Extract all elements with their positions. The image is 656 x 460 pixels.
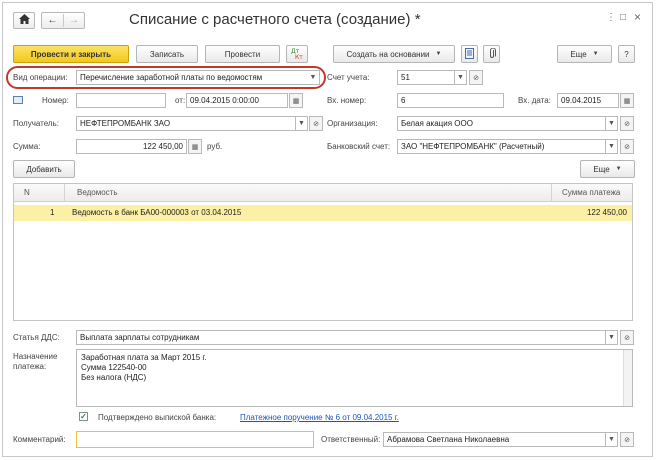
- purpose-label-line-2: платежа:: [13, 362, 47, 371]
- comment-field[interactable]: [76, 431, 314, 448]
- account-caret-icon[interactable]: ▼: [454, 70, 467, 85]
- purpose-label-line-1: Назначение: [13, 352, 58, 361]
- dropdown-caret-icon: ▼: [435, 51, 442, 57]
- table-header: N Ведомость Сумма платежа: [14, 184, 632, 202]
- column-header-statement[interactable]: Ведомость: [64, 184, 551, 202]
- purpose-line: Без налога (НДС): [81, 373, 147, 382]
- payment-order-link[interactable]: Платежное поручение № 6 от 09.04.2015 г.: [240, 413, 399, 422]
- home-button[interactable]: [13, 12, 35, 29]
- menu-icon[interactable]: ⋮: [606, 12, 616, 23]
- calendar-icon[interactable]: ▦: [620, 93, 634, 108]
- close-icon[interactable]: ×: [634, 10, 641, 24]
- organization-open-icon[interactable]: ⊘: [620, 116, 634, 131]
- create-based-on-label: Создать на основании: [346, 49, 430, 59]
- bank-account-field[interactable]: ЗАО "НЕФТЕПРОМБАНК" (Расчетный): [397, 139, 606, 154]
- paperclip-icon: [488, 47, 496, 61]
- operation-type-select[interactable]: Перечисление заработной платы по ведомос…: [76, 70, 308, 85]
- bank-account-open-icon[interactable]: ⊘: [620, 139, 634, 154]
- add-row-button[interactable]: Добавить: [13, 160, 75, 178]
- account-open-icon[interactable]: ⊘: [469, 70, 483, 85]
- in-number-field[interactable]: 6: [397, 93, 504, 108]
- responsible-field[interactable]: Абрамова Светлана Николаевна: [383, 432, 606, 447]
- purpose-line: Сумма 122540-00: [81, 363, 147, 372]
- dt-kt-icon: Дт Кт: [290, 46, 304, 62]
- recipient-open-icon[interactable]: ⊘: [309, 116, 323, 131]
- post-button[interactable]: Провести: [205, 45, 280, 63]
- post-and-close-button[interactable]: Провести и закрыть: [13, 45, 129, 63]
- row-number: 1: [50, 208, 55, 217]
- print-button[interactable]: [461, 45, 478, 63]
- help-button[interactable]: ?: [618, 45, 635, 63]
- amount-field[interactable]: 122 450,00: [76, 139, 187, 154]
- dropdown-caret-icon: ▼: [615, 166, 622, 172]
- calendar-icon[interactable]: ▦: [289, 93, 303, 108]
- responsible-caret-icon[interactable]: ▼: [605, 432, 618, 447]
- row-statement[interactable]: Ведомость в банк БА00-000003 от 03.04.20…: [72, 205, 241, 221]
- in-number-label: Вх. номер:: [327, 96, 367, 105]
- account-label: Счет учета:: [327, 73, 370, 82]
- journal-entries-button[interactable]: Дт Кт: [286, 45, 308, 63]
- more-actions-button[interactable]: Еще ▼: [557, 45, 612, 63]
- responsible-label: Ответственный:: [321, 435, 381, 444]
- document-icon: [465, 47, 474, 61]
- purpose-line: Заработная плата за Март 2015 г.: [81, 353, 207, 362]
- arrow-left-icon[interactable]: ←: [42, 15, 63, 26]
- dds-field[interactable]: Выплата зарплаты сотрудникам: [76, 330, 606, 345]
- confirmed-label: Подтверждено выпиской банка:: [98, 413, 217, 422]
- statements-table: N Ведомость Сумма платежа 1 Ведомость в …: [13, 183, 633, 321]
- attach-button[interactable]: [483, 45, 500, 63]
- recipient-label: Получатель:: [13, 119, 59, 128]
- currency-label: руб.: [207, 142, 223, 151]
- table-row[interactable]: 1 Ведомость в банк БА00-000003 от 03.04.…: [14, 205, 632, 221]
- column-header-n[interactable]: N: [24, 184, 30, 202]
- number-field[interactable]: [76, 93, 166, 108]
- document-number-icon: [13, 96, 23, 104]
- comment-label: Комментарий:: [13, 435, 66, 444]
- organization-label: Организация:: [327, 119, 378, 128]
- more-actions-label: Еще: [570, 49, 587, 59]
- date-field[interactable]: 09.04.2015 0:00:00: [186, 93, 288, 108]
- table-more-button[interactable]: Еще ▼: [580, 160, 635, 178]
- column-header-amount[interactable]: Сумма платежа: [551, 184, 632, 202]
- date-from-label: от:: [175, 96, 186, 105]
- number-label: Номер:: [42, 96, 69, 105]
- dds-caret-icon[interactable]: ▼: [605, 330, 618, 345]
- amount-label: Сумма:: [13, 142, 41, 151]
- arrow-right-icon[interactable]: →: [64, 15, 84, 26]
- dds-label: Статья ДДС:: [13, 333, 60, 342]
- svg-text:Кт: Кт: [295, 54, 303, 60]
- operation-type-caret-icon[interactable]: ▼: [307, 70, 320, 85]
- calculator-icon[interactable]: ▦: [188, 139, 202, 154]
- home-icon: [18, 14, 30, 27]
- recipient-caret-icon[interactable]: ▼: [295, 116, 308, 131]
- responsible-open-icon[interactable]: ⊘: [620, 432, 634, 447]
- operation-type-label: Вид операции:: [13, 73, 68, 82]
- dds-open-icon[interactable]: ⊘: [620, 330, 634, 345]
- organization-field[interactable]: Белая акация ООО: [397, 116, 606, 131]
- account-field[interactable]: 51: [397, 70, 455, 85]
- recipient-field[interactable]: НЕФТЕПРОМБАНК ЗАО: [76, 116, 296, 131]
- row-amount: 122 450,00: [586, 208, 627, 217]
- dropdown-caret-icon: ▼: [592, 51, 599, 57]
- purpose-scrollbar[interactable]: [623, 350, 632, 406]
- in-date-label: Вх. дата:: [518, 96, 551, 105]
- create-based-on-button[interactable]: Создать на основании ▼: [333, 45, 455, 63]
- purpose-textarea[interactable]: Заработная плата за Март 2015 г. Сумма 1…: [76, 349, 633, 407]
- table-more-label: Еще: [593, 164, 610, 174]
- bank-account-caret-icon[interactable]: ▼: [605, 139, 618, 154]
- confirmed-checkbox[interactable]: ✓: [79, 412, 88, 421]
- organization-caret-icon[interactable]: ▼: [605, 116, 618, 131]
- maximize-icon[interactable]: □: [620, 12, 626, 23]
- history-nav: ← →: [41, 12, 85, 29]
- in-date-field[interactable]: 09.04.2015: [557, 93, 619, 108]
- window-title: Списание с расчетного счета (создание) *: [129, 11, 421, 28]
- bank-account-label: Банковский счет:: [327, 142, 391, 151]
- save-button[interactable]: Записать: [136, 45, 198, 63]
